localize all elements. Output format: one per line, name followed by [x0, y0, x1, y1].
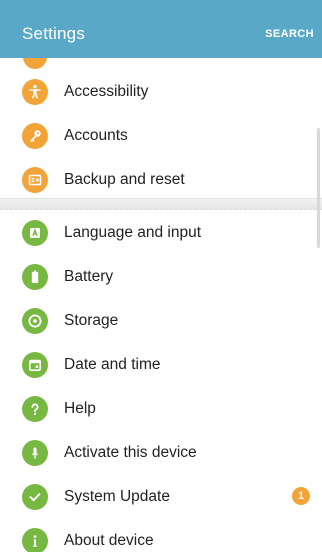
settings-item-language[interactable]: Language and input	[0, 211, 322, 255]
section-divider	[0, 198, 322, 210]
settings-item-battery[interactable]: Battery	[0, 255, 322, 299]
settings-item-storage[interactable]: Storage	[0, 299, 322, 343]
settings-item-about[interactable]: About device	[0, 519, 322, 552]
settings-list[interactable]: Accessibility Accounts Backup and reset …	[0, 58, 322, 552]
settings-item-label: System Update	[64, 488, 170, 505]
scrollbar[interactable]	[317, 128, 320, 248]
page-title: Settings	[22, 24, 86, 43]
storage-icon	[22, 308, 48, 334]
settings-item-accessibility[interactable]: Accessibility	[0, 70, 322, 114]
settings-item-activate[interactable]: Activate this device	[0, 431, 322, 475]
settings-item-label: Accounts	[64, 127, 128, 144]
settings-item-label: Language and input	[64, 224, 202, 241]
activate-icon	[22, 440, 48, 466]
settings-item-label: Storage	[64, 312, 119, 329]
update-count-badge: 1	[292, 487, 310, 505]
battery-icon	[22, 264, 48, 290]
partial-item-icon	[23, 58, 47, 69]
settings-item-date-time[interactable]: Date and time	[0, 343, 322, 387]
accessibility-icon	[22, 79, 48, 105]
info-icon	[22, 528, 48, 552]
key-icon	[22, 123, 48, 149]
settings-item-system-update[interactable]: System Update 1	[0, 475, 322, 519]
settings-item-label: Battery	[64, 268, 114, 285]
search-button[interactable]: SEARCH	[265, 28, 314, 40]
settings-item-label: Help	[64, 400, 96, 417]
settings-item-label: Backup and reset	[64, 171, 185, 188]
settings-item-label: Date and time	[64, 356, 161, 373]
backup-icon	[22, 167, 48, 193]
language-icon	[22, 220, 48, 246]
calendar-icon	[22, 352, 48, 378]
settings-item-label: Activate this device	[64, 444, 197, 461]
settings-item-label: Accessibility	[64, 83, 149, 100]
system-update-icon	[22, 484, 48, 510]
settings-item-accounts[interactable]: Accounts	[0, 114, 322, 158]
settings-item-backup[interactable]: Backup and reset	[0, 158, 322, 202]
app-bar: Settings SEARCH	[0, 0, 322, 58]
help-icon	[22, 396, 48, 422]
settings-item-help[interactable]: Help	[0, 387, 322, 431]
settings-item-label: About device	[64, 532, 154, 549]
